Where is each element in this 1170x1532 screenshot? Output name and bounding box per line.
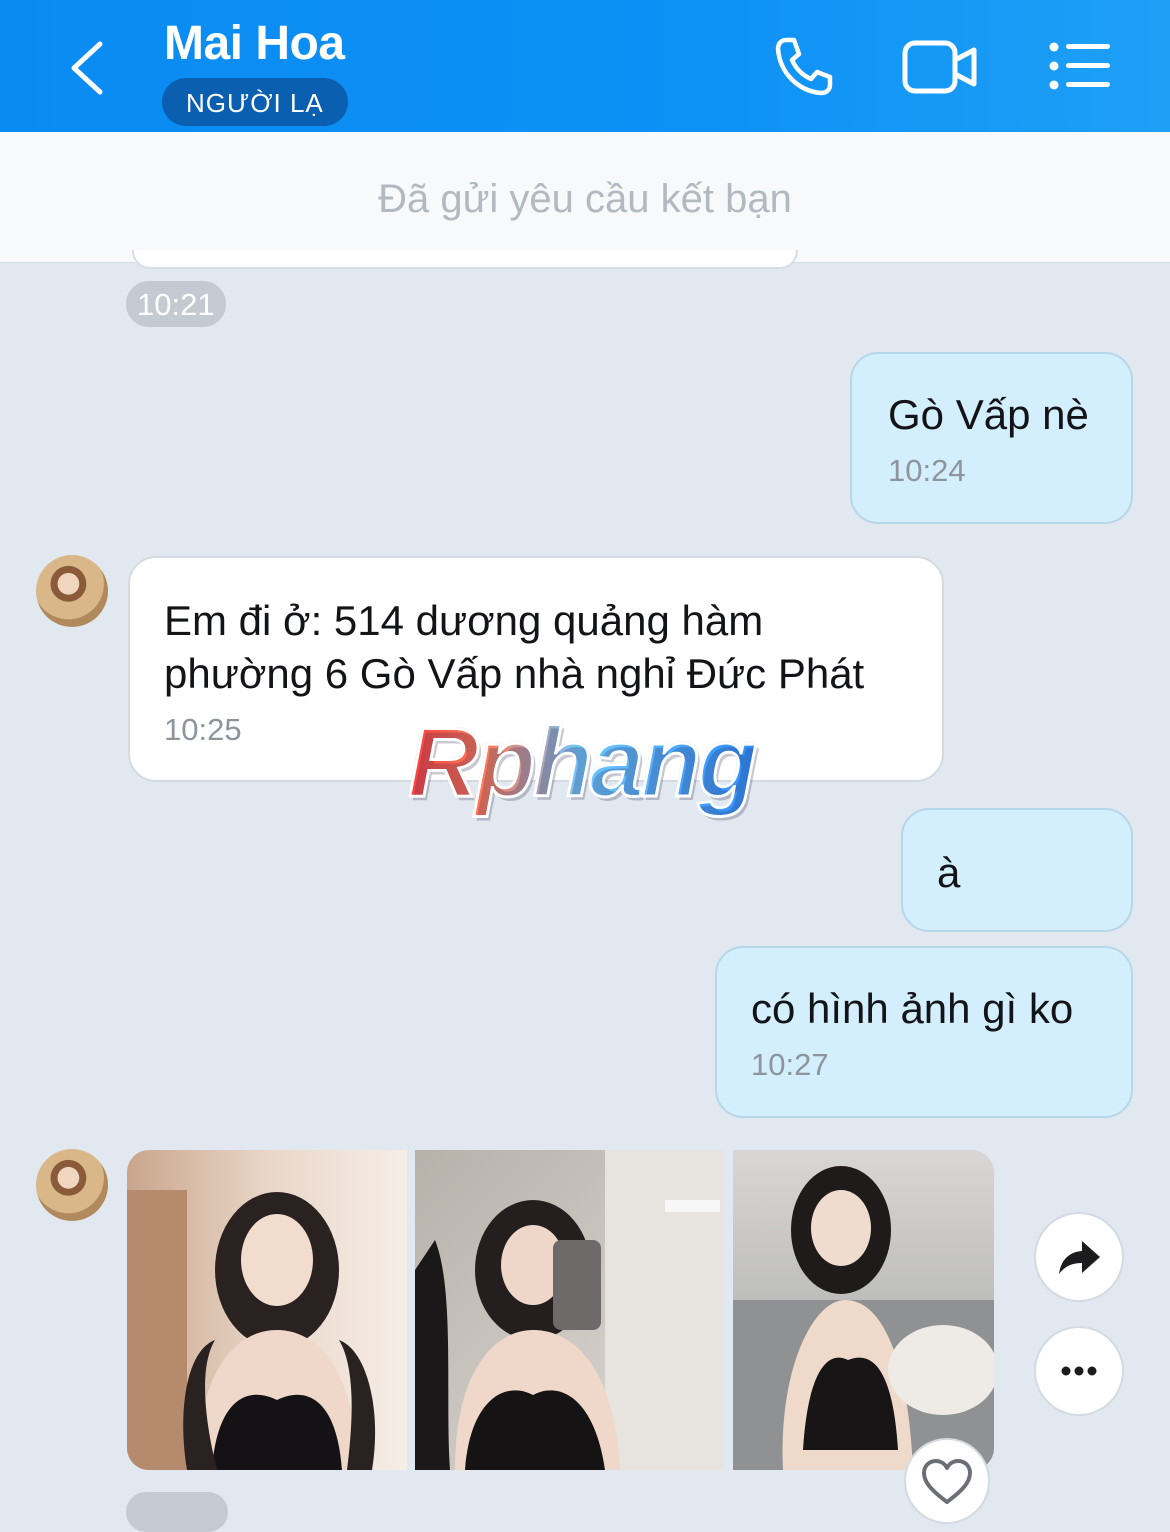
reaction-button[interactable] — [904, 1438, 990, 1524]
more-dots-icon — [1061, 1366, 1097, 1376]
message-text: có hình ảnh gì ko — [751, 985, 1074, 1032]
chat-header: Mai Hoa NGƯỜI LẠ — [0, 0, 1170, 132]
message-text: à — [937, 849, 961, 896]
heart-icon — [922, 1459, 972, 1504]
photo-thumbnail[interactable] — [127, 1150, 407, 1470]
message-time: 10:24 — [888, 453, 966, 488]
message-text-line: phường 6 Gò Vấp nhà nghỉ Đức Phát — [164, 650, 865, 697]
message-time: 10:21 — [126, 281, 226, 327]
chevron-left-icon — [71, 41, 103, 95]
message-text: Gò Vấp nè — [888, 391, 1089, 438]
share-button[interactable] — [1034, 1212, 1124, 1302]
sent-message[interactable]: à — [901, 808, 1133, 932]
photo-thumbnail[interactable] — [415, 1150, 724, 1470]
share-arrow-icon — [1059, 1241, 1100, 1274]
sent-message[interactable]: Gò Vấp nè 10:24 — [850, 352, 1133, 524]
back-button[interactable] — [62, 36, 118, 100]
watermark-logo: Rphang — [407, 706, 760, 819]
more-button[interactable] — [1034, 1326, 1124, 1416]
stranger-badge: NGƯỜI LẠ — [162, 78, 348, 126]
message-text-line: Em đi ở: 514 dương quảng hàm — [164, 597, 764, 644]
avatar[interactable] — [36, 1149, 108, 1221]
phone-icon[interactable] — [772, 34, 834, 98]
contact-name[interactable]: Mai Hoa — [164, 16, 345, 71]
avatar[interactable] — [36, 555, 108, 627]
friend-request-banner: Đã gửi yêu cầu kết bạn — [0, 132, 1170, 263]
photo-thumbnail[interactable] — [733, 1150, 994, 1470]
list-menu-icon[interactable] — [1048, 42, 1112, 90]
message-time: 10:27 — [751, 1047, 829, 1082]
video-camera-icon[interactable] — [902, 40, 978, 94]
message-time-partial — [126, 1492, 228, 1532]
previous-message-bubble — [132, 250, 798, 269]
sent-message[interactable]: có hình ảnh gì ko 10:27 — [715, 946, 1133, 1118]
